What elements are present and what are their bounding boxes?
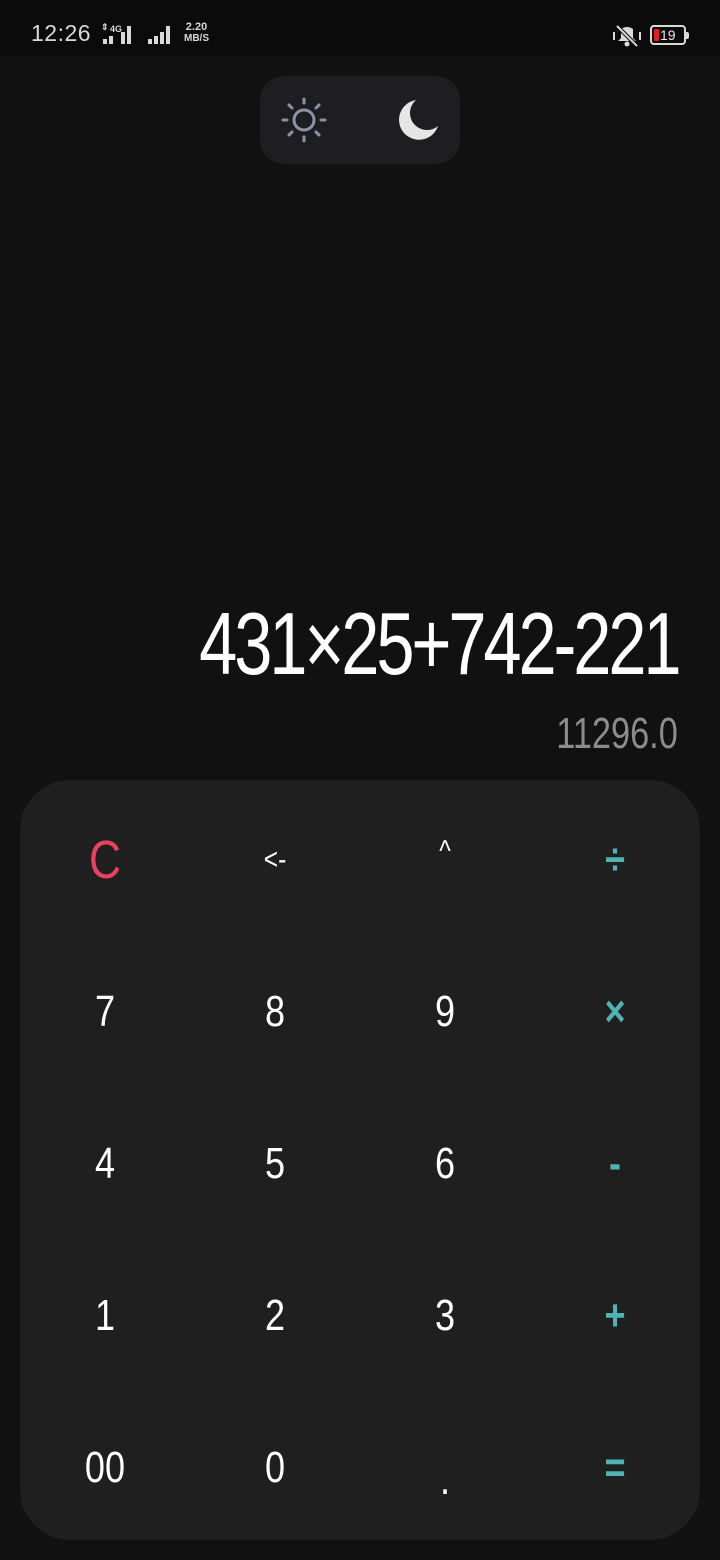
moon-icon[interactable] — [394, 96, 442, 144]
signal-group: ⇕ 4G 2.20 MB/S — [101, 22, 221, 46]
status-time: 12:26 — [31, 20, 92, 46]
clear-button[interactable]: C — [52, 810, 159, 910]
digit-9-button[interactable]: 9 — [392, 962, 499, 1062]
backspace-button[interactable]: <- — [222, 810, 329, 910]
double-zero-button[interactable]: 00 — [52, 1418, 159, 1518]
divide-button[interactable]: ÷ — [562, 810, 669, 910]
result-display: 11296.0 — [556, 709, 678, 758]
digit-8-button[interactable]: 8 — [222, 962, 329, 1062]
decimal-button[interactable]: . — [392, 1430, 499, 1530]
digit-6-button[interactable]: 6 — [392, 1114, 499, 1214]
digit-3-button[interactable]: 3 — [392, 1266, 499, 1366]
battery-fill — [654, 29, 659, 41]
digit-7-button[interactable]: 7 — [52, 962, 159, 1062]
subtract-button[interactable]: - — [562, 1114, 669, 1214]
equals-button[interactable]: = — [562, 1418, 669, 1518]
power-button[interactable]: ^ — [392, 802, 499, 902]
digit-2-button[interactable]: 2 — [222, 1266, 329, 1366]
add-button[interactable]: + — [562, 1266, 669, 1366]
data-speed-unit: MB/S — [184, 33, 209, 44]
sun-icon[interactable] — [280, 96, 328, 144]
digit-5-button[interactable]: 5 — [222, 1114, 329, 1214]
status-bar: 12:26 ⇕ 4G 2.20 MB/S 19 — [0, 0, 720, 56]
digit-0-button[interactable]: 0 — [222, 1418, 329, 1518]
expression-display: 431×25+742-221 — [198, 594, 681, 693]
digit-4-button[interactable]: 4 — [52, 1114, 159, 1214]
signal-icon — [103, 26, 131, 44]
data-speed: 2.20 MB/S — [184, 21, 209, 45]
multiply-button[interactable]: × — [562, 962, 669, 1062]
battery-level: 19 — [660, 27, 676, 43]
vibrate-silent-icon — [613, 24, 641, 48]
calculator-screen: 12:26 ⇕ 4G 2.20 MB/S 19 431×25+742-221 1… — [0, 0, 720, 1560]
signal-icon — [148, 26, 170, 44]
digit-1-button[interactable]: 1 — [52, 1266, 159, 1366]
battery-icon: 19 — [650, 25, 689, 45]
keypad: C <- ^ ÷ 7 8 9 × 4 5 6 - 1 2 3 + 00 0 . … — [20, 780, 700, 1540]
data-speed-value: 2.20 — [185, 21, 208, 33]
